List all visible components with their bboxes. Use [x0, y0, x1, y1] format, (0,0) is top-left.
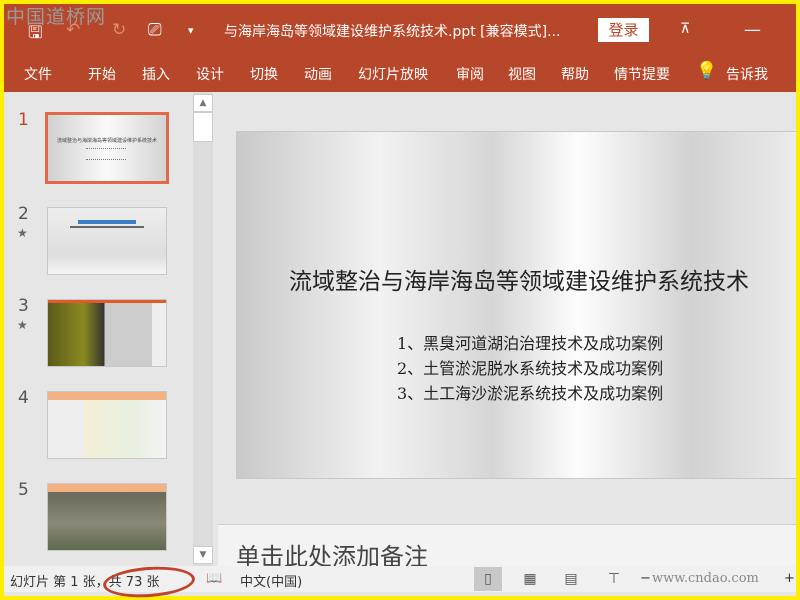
thumbnail-title: 流域整治与海岸海岛等领域建设维护系统技术 — [56, 138, 157, 144]
animation-star-icon: ★ — [17, 226, 28, 240]
thumbnail-items — [86, 148, 126, 160]
slide-sorter-button[interactable]: ▦ — [516, 567, 544, 591]
lightbulb-icon: 💡 — [696, 61, 718, 81]
slide-canvas[interactable]: 流域整治与海岸海岛等领域建设维护系统技术 1、黑臭河道湖泊治理技术及成功案例 2… — [236, 131, 796, 479]
zoom-slider-watermark[interactable]: www.cndao.com — [652, 571, 759, 586]
minimize-icon[interactable]: — — [744, 20, 761, 40]
zoom-out-button[interactable]: − — [640, 571, 651, 586]
spell-check-icon[interactable]: 📖 — [206, 571, 222, 586]
scroll-up-button[interactable]: ▲ — [193, 94, 213, 112]
tab-transitions[interactable]: 切换 — [250, 64, 278, 84]
slideshow-from-start-icon[interactable]: ⎚ — [148, 20, 162, 40]
customize-qat-icon[interactable]: ▾ — [188, 24, 194, 37]
undo-icon[interactable]: ↶ — [66, 20, 80, 40]
tab-storyboard[interactable]: 情节提要 — [614, 64, 670, 84]
powerpoint-window: 中国道桥网 🖫 ↶ ↻ ⎚ ▾ 与海岸海岛等领域建设维护系统技术.ppt [兼容… — [4, 4, 796, 596]
ribbon-display-options-icon[interactable]: ⊼ — [680, 21, 690, 37]
thumbnail-number: 3 — [18, 296, 29, 316]
animation-star-icon: ★ — [17, 318, 28, 332]
tab-home[interactable]: 开始 — [88, 64, 116, 84]
thumbnail-number: 2 — [18, 204, 29, 224]
slide-thumbnail-5[interactable] — [47, 483, 167, 551]
thumbnail-scrollbar[interactable]: ▲ ▼ — [193, 92, 213, 566]
thumbnail-number: 4 — [18, 388, 29, 408]
ribbon-tabs: 文件 开始 插入 设计 切换 动画 幻灯片放映 审阅 视图 帮助 情节提要 💡 … — [4, 52, 796, 92]
slide-thumbnail-3[interactable] — [47, 299, 167, 367]
slide-thumbnail-1[interactable]: 流域整治与海岸海岛等领域建设维护系统技术 — [45, 112, 169, 184]
tell-me-search[interactable]: 告诉我 — [726, 64, 768, 84]
scroll-thumb[interactable] — [193, 112, 213, 142]
login-button[interactable]: 登录 — [598, 18, 649, 42]
tab-animations[interactable]: 动画 — [304, 64, 332, 84]
slide-list-item[interactable]: 2、土管淤泥脱水系统技术及成功案例 — [397, 355, 663, 379]
tab-file[interactable]: 文件 — [24, 64, 52, 84]
slide-thumbnail-2[interactable] — [47, 207, 167, 275]
slide-title[interactable]: 流域整治与海岸海岛等领域建设维护系统技术 — [289, 262, 749, 296]
normal-view-button[interactable]: ▯ — [474, 567, 502, 591]
zoom-in-button[interactable]: + — [784, 571, 795, 586]
window-title: 与海岸海岛等领域建设维护系统技术.ppt [兼容模式]... — [224, 24, 561, 40]
language-indicator[interactable]: 中文(中国) — [240, 571, 302, 590]
slide-list-item[interactable]: 1、黑臭河道湖泊治理技术及成功案例 — [397, 330, 663, 354]
reading-view-button[interactable]: ▤ — [557, 567, 585, 591]
slide-thumbnail-pane: 1 流域整治与海岸海岛等领域建设维护系统技术 2 ★ 3 ★ 4 5 ▲ ▼ — [4, 92, 216, 566]
tab-help[interactable]: 帮助 — [561, 64, 589, 84]
tab-review[interactable]: 审阅 — [456, 64, 484, 84]
scroll-down-button[interactable]: ▼ — [193, 546, 213, 564]
thumbnail-number: 1 — [18, 110, 29, 130]
tab-insert[interactable]: 插入 — [142, 64, 170, 84]
watermark: 中国道桥网 — [6, 6, 107, 28]
save-icon[interactable]: 🖫 — [28, 20, 42, 49]
slide-thumbnail-4[interactable] — [47, 391, 167, 459]
redo-icon[interactable]: ↻ — [112, 20, 126, 40]
tab-design[interactable]: 设计 — [196, 64, 224, 84]
slideshow-button[interactable]: ⊤ — [600, 567, 628, 591]
notes-pane[interactable]: 单击此处添加备注 — [218, 524, 796, 571]
tab-slideshow[interactable]: 幻灯片放映 — [358, 64, 428, 84]
thumbnail-number: 5 — [18, 480, 29, 500]
slide-list-item[interactable]: 3、土工海沙淤泥系统技术及成功案例 — [397, 380, 663, 404]
tab-view[interactable]: 视图 — [508, 64, 536, 84]
title-bar: 中国道桥网 🖫 ↶ ↻ ⎚ ▾ 与海岸海岛等领域建设维护系统技术.ppt [兼容… — [4, 4, 796, 52]
